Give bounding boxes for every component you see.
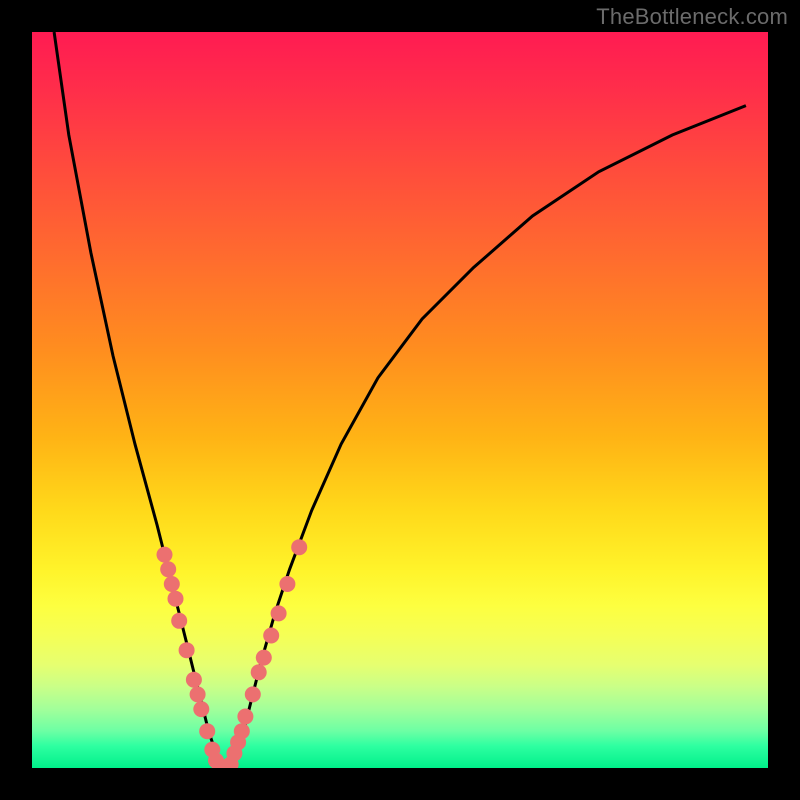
- data-point: [291, 539, 307, 555]
- data-point: [256, 650, 272, 666]
- data-point: [279, 576, 295, 592]
- data-points-layer: [157, 539, 308, 768]
- data-point: [263, 628, 279, 644]
- data-point: [164, 576, 180, 592]
- chart-frame: TheBottleneck.com: [0, 0, 800, 800]
- watermark-text: TheBottleneck.com: [596, 4, 788, 30]
- data-point: [271, 605, 287, 621]
- data-point: [168, 591, 184, 607]
- plot-area: [32, 32, 768, 768]
- chart-svg: [32, 32, 768, 768]
- data-point: [160, 561, 176, 577]
- data-point: [190, 686, 206, 702]
- data-point: [171, 613, 187, 629]
- bottleneck-curve: [54, 32, 746, 768]
- data-point: [179, 642, 195, 658]
- data-point: [234, 723, 250, 739]
- data-point: [199, 723, 215, 739]
- data-point: [157, 547, 173, 563]
- data-point: [251, 664, 267, 680]
- data-point: [193, 701, 209, 717]
- data-point: [237, 709, 253, 725]
- data-point: [186, 672, 202, 688]
- data-point: [245, 686, 261, 702]
- curve-layer: [54, 32, 746, 768]
